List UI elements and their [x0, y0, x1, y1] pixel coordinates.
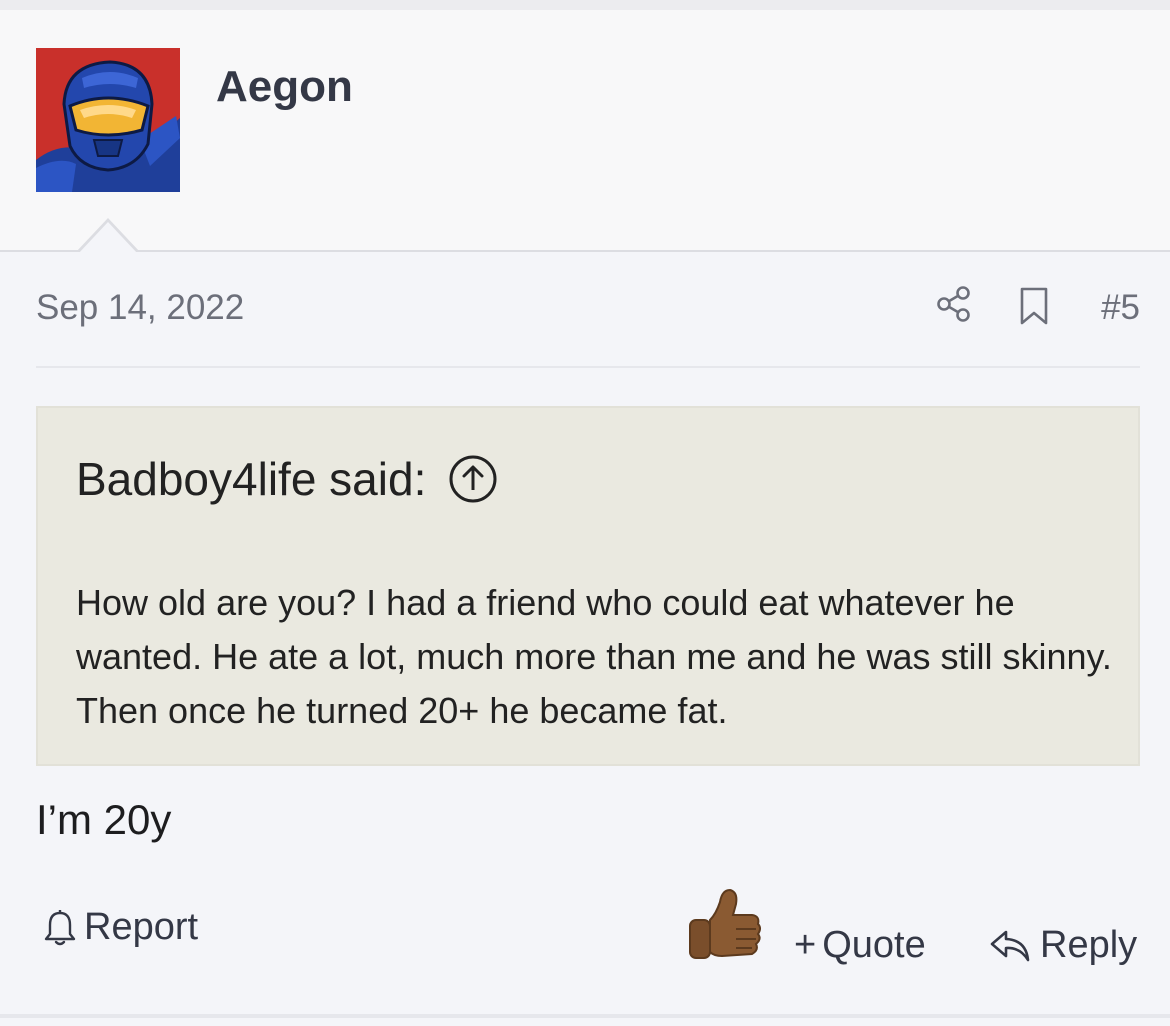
report-label: Report [84, 906, 199, 948]
avatar[interactable] [36, 48, 180, 192]
bookmark-icon[interactable] [1018, 286, 1050, 326]
reply-button[interactable]: Reply [988, 924, 1137, 967]
plus-icon: + [794, 924, 817, 966]
reply-label: Reply [1040, 924, 1138, 966]
post-user-header: Aegon [0, 0, 1170, 252]
reply-arrow-icon [990, 930, 1030, 961]
header-pointer-fill [78, 222, 138, 254]
quote-text: How old are you? I had a friend who coul… [76, 582, 1112, 731]
quote-button[interactable]: + Quote [794, 924, 926, 967]
post-number[interactable]: #5 [1101, 288, 1140, 328]
thumbs-up-emoji[interactable] [686, 884, 762, 964]
divider [0, 1014, 1170, 1018]
arrow-up-circle-icon[interactable] [448, 454, 498, 504]
post-date[interactable]: Sep 14, 2022 [36, 288, 244, 328]
quote-header: Badboy4life said: [76, 452, 498, 506]
post-meta: Sep 14, 2022 #5 [36, 280, 1140, 368]
share-icon[interactable] [934, 284, 974, 324]
forum-post: Aegon Sep 14, 2022 #5 Badboy4life said: [0, 0, 1170, 1026]
quote-label: Quote [822, 924, 926, 966]
report-button[interactable]: Report [42, 906, 198, 949]
quote-block: Badboy4life said: How old are you? I had… [36, 406, 1140, 766]
bell-icon [44, 909, 76, 945]
post-author[interactable]: Aegon [216, 62, 353, 112]
quote-attribution[interactable]: Badboy4life said: [76, 452, 426, 506]
avatar-image [36, 48, 180, 192]
post-body: I’m 20y [36, 796, 172, 843]
